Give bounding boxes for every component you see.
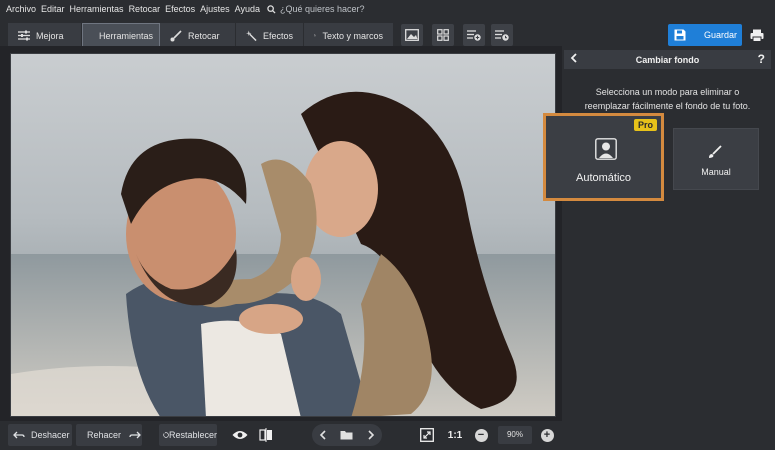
image-icon [405,29,419,41]
save-label: Guardar [704,30,738,40]
reset-label: Restablecer [168,430,217,440]
tab-retocar[interactable]: Retocar [160,23,236,48]
tab-herramientas[interactable]: Herramientas [82,23,160,48]
floppy-disk-icon [674,29,686,41]
chevron-right-icon[interactable] [368,430,375,440]
menu-bar: Archivo Editar Herramientas Retocar Efec… [0,0,775,18]
tab-efectos[interactable]: Efectos [236,23,304,48]
undo-icon [13,431,25,439]
panel-description-line1: Selecciona un modo para eliminar o [595,87,740,97]
back-button[interactable] [570,53,577,65]
menu-herramientas[interactable]: Herramientas [70,4,124,14]
mode-manual-button[interactable]: Manual [673,128,759,190]
list-clock-icon [495,30,509,41]
printer-icon [750,29,764,42]
tab-mejora[interactable]: Mejora [8,23,82,48]
portrait-icon [595,138,617,160]
actual-size-button[interactable]: 1:1 [444,424,466,446]
panel-description-line2: reemplazar fácilmente el fondo de tu fot… [584,101,751,111]
minus-icon: − [474,428,488,442]
tab-texto-marcos[interactable]: Texto y marcos [304,23,394,48]
canvas-area [0,46,562,421]
photo-canvas[interactable] [10,53,556,417]
redo-icon [129,431,141,439]
menu-editar[interactable]: Editar [41,4,65,14]
list-add-icon [467,30,481,41]
grid-icon [437,29,449,41]
compare-icon [259,428,272,442]
search-icon [267,4,276,14]
text-icon [314,34,317,37]
plus-icon: + [540,428,554,442]
menu-retocar[interactable]: Retocar [129,4,161,14]
magic-wand-icon [246,30,257,41]
preview-button[interactable] [231,424,249,446]
save-button[interactable]: Guardar [668,24,742,46]
menu-search[interactable]: ¿Qué quieres hacer? [267,4,365,14]
panel-header: Cambiar fondo ? [564,50,771,69]
chevron-left-icon[interactable] [319,430,326,440]
tab-mejora-label: Mejora [36,30,64,41]
redo-button[interactable]: Rehacer [76,424,142,446]
mode-automatico-label: Automático [575,172,632,184]
tab-texto-marcos-label: Texto y marcos [322,30,383,41]
help-icon[interactable]: ? [758,52,765,66]
image-library-button[interactable] [401,24,423,46]
reset-button[interactable]: Restablecer [159,424,217,446]
compare-button[interactable] [257,424,275,446]
tab-herramientas-label: Herramientas [99,30,154,41]
zoom-in-button[interactable]: + [540,424,554,446]
couple-photo [11,54,555,416]
print-button[interactable] [748,26,766,44]
zoom-level[interactable]: 90% [498,426,532,444]
fit-screen-icon [420,428,434,442]
tab-efectos-label: Efectos [262,30,293,41]
folder-icon[interactable] [340,430,353,440]
menu-efectos[interactable]: Efectos [165,4,195,14]
panel-title: Cambiar fondo [635,54,700,65]
chevron-left-icon [570,53,577,63]
search-placeholder: ¿Qué quieres hacer? [279,4,365,14]
bottom-bar: Deshacer Rehacer Restablecer 1:1 − 90% + [0,421,562,450]
photo-navigation [312,424,382,446]
fit-to-screen-button[interactable] [418,424,436,446]
tool-tabs: Mejora Herramientas Retocar Efectos Text… [8,23,394,48]
zoom-out-button[interactable]: − [474,424,488,446]
panel-description: Selecciona un modo para eliminar o reemp… [564,85,771,113]
brush-icon [709,145,722,158]
history-button[interactable] [491,24,513,46]
mode-manual-label: Manual [701,167,731,177]
redo-label: Rehacer [87,430,122,440]
pro-badge: Pro [633,119,657,131]
add-layer-button[interactable] [463,24,485,46]
sliders-icon [18,30,30,41]
menu-ayuda[interactable]: Ayuda [235,4,260,14]
undo-label: Deshacer [31,430,70,440]
collage-button[interactable] [432,24,454,46]
menu-ajustes[interactable]: Ajustes [200,4,230,14]
undo-button[interactable]: Deshacer [8,424,72,446]
tab-retocar-label: Retocar [188,30,220,41]
right-panel: Cambiar fondo ? Selecciona un modo para … [543,48,775,450]
brush-icon [170,29,182,41]
eye-icon [232,431,248,439]
menu-archivo[interactable]: Archivo [6,4,36,14]
mode-automatico-button[interactable]: Pro Automático [543,113,664,201]
